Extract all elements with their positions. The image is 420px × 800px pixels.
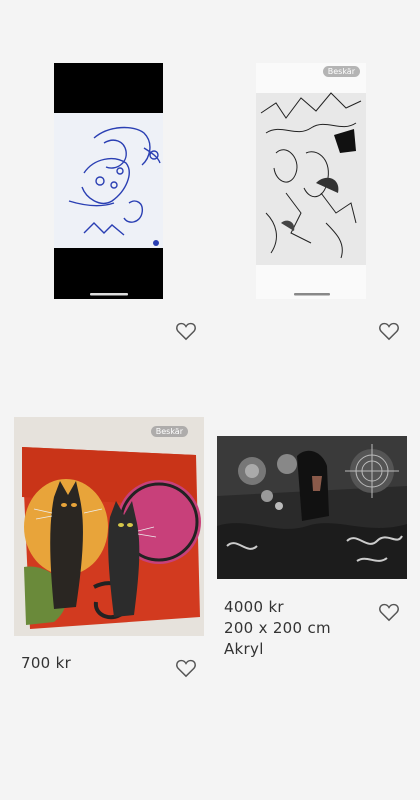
crop-badge[interactable]: Beskär xyxy=(150,426,188,437)
listing-medium-4: Akryl xyxy=(224,640,264,658)
favorite-heart-icon-4[interactable] xyxy=(378,602,400,622)
favorite-heart-icon-1[interactable] xyxy=(175,321,197,341)
listing-price-3: 700 kr xyxy=(21,654,72,672)
listing-dimensions-4: 200 x 200 cm xyxy=(224,619,331,637)
listing-image-1[interactable] xyxy=(54,63,163,299)
listing-image-2[interactable]: Beskär xyxy=(256,63,366,299)
listing-grid: Beskär Beskär 700 kr 4000 kr 200 x 200 c… xyxy=(0,0,420,800)
listing-price-4: 4000 kr xyxy=(224,598,284,616)
listing-image-4[interactable] xyxy=(217,436,407,579)
favorite-heart-icon-2[interactable] xyxy=(378,321,400,341)
favorite-heart-icon-3[interactable] xyxy=(175,658,197,678)
listing-image-3[interactable]: Beskär xyxy=(14,417,204,636)
crop-badge[interactable]: Beskär xyxy=(322,66,360,77)
